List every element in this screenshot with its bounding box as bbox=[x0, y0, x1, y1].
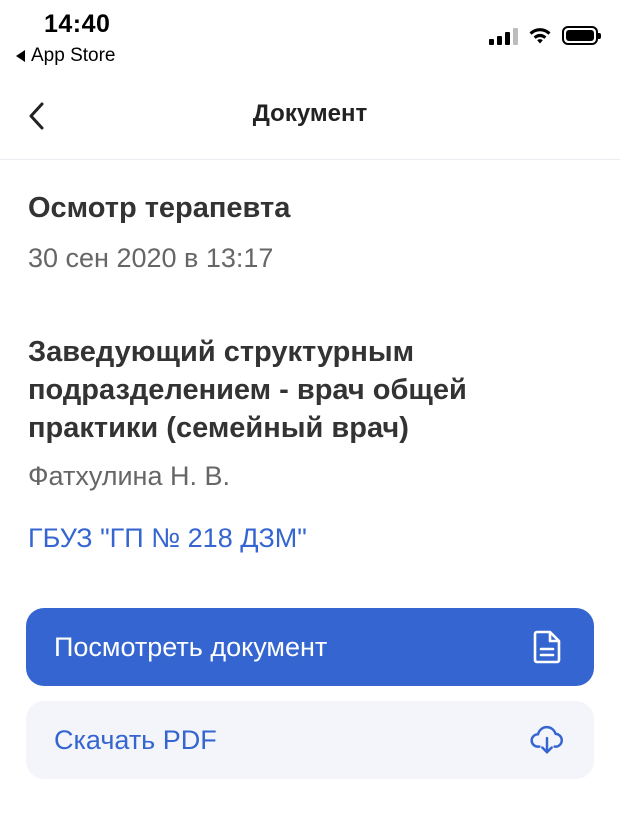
cloud-download-icon bbox=[530, 723, 564, 757]
view-document-label: Посмотреть документ bbox=[54, 631, 328, 662]
back-triangle-icon bbox=[16, 50, 25, 62]
document-title: Осмотр терапевта bbox=[28, 192, 291, 224]
document-date: 30 сен 2020 в 13:17 bbox=[28, 243, 274, 273]
doctor-position: Заведующий структурным подразделением - … bbox=[28, 336, 467, 444]
navigation-bar: Документ bbox=[0, 80, 620, 160]
doctor-name: Фатхулина Н. В. bbox=[28, 461, 230, 491]
download-pdf-label: Скачать PDF bbox=[54, 724, 217, 755]
download-pdf-button[interactable]: Скачать PDF bbox=[26, 701, 594, 779]
page-title: Документ bbox=[252, 100, 368, 127]
status-time: 14:40 bbox=[44, 10, 111, 38]
document-icon bbox=[530, 630, 564, 664]
status-icons bbox=[489, 26, 601, 45]
cellular-signal-icon bbox=[489, 27, 518, 45]
clinic-link[interactable]: ГБУЗ "ГП № 218 ДЗМ" bbox=[28, 523, 307, 554]
view-document-button[interactable]: Посмотреть документ bbox=[26, 608, 594, 686]
app-store-back-link[interactable]: App Store bbox=[16, 45, 116, 67]
battery-icon bbox=[562, 26, 601, 45]
app-store-back-label: App Store bbox=[31, 45, 116, 66]
document-screen: 14:40 App Store Документ Осмотр терапевт… bbox=[0, 0, 620, 816]
wifi-icon bbox=[529, 27, 551, 43]
